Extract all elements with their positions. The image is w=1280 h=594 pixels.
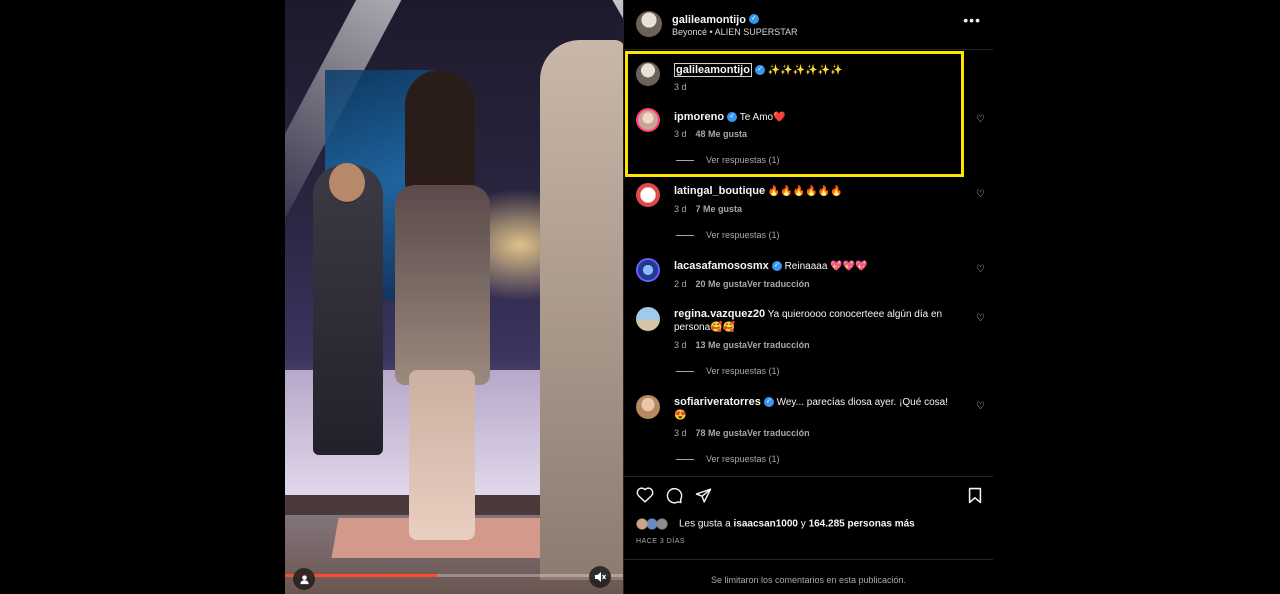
likes-count[interactable]: 164.285 personas más	[809, 519, 915, 530]
owner-name-row: galileamontijo ✓	[672, 10, 759, 28]
commenter-avatar[interactable]	[636, 62, 660, 86]
comment-text: ✨✨✨✨✨✨	[767, 65, 843, 76]
mute-icon[interactable]	[589, 566, 611, 588]
man-figure	[540, 40, 623, 580]
likes-user[interactable]: isaacsan1000	[733, 519, 798, 530]
woman-figure	[385, 70, 495, 550]
comment-body: ipmoreno ✓ Te Amo❤️	[674, 111, 959, 124]
verified-icon: ✓	[771, 261, 782, 272]
commenter-avatar[interactable]	[636, 258, 660, 282]
comment-body: lacasafamososmx ✓ Reinaaaa 💖💖💖	[674, 260, 959, 273]
post-date: HACE 3 DÍAS	[636, 538, 686, 545]
commenter-username[interactable]: ipmoreno	[674, 111, 724, 123]
verified-icon: ✓	[727, 112, 738, 123]
comment-icon[interactable]	[666, 487, 683, 509]
translate-link[interactable]: Ver traducción	[747, 340, 810, 350]
comment-likes[interactable]: 78 Me gusta	[696, 428, 748, 438]
comment-time: 2 d	[674, 279, 687, 289]
view-replies-link[interactable]: Ver respuestas (1)	[676, 454, 780, 464]
comment-likes[interactable]: 20 Me gusta	[696, 279, 748, 289]
bookmark-icon[interactable]	[968, 487, 982, 509]
comments-panel: galileamontijo ✓ Beyoncé • ALIEN SUPERSTA…	[623, 0, 993, 594]
verified-icon: ✓	[763, 397, 774, 408]
comment-body: latingal_boutique 🔥🔥🔥🔥🔥🔥	[674, 185, 959, 198]
user-tag-icon[interactable]	[293, 568, 315, 590]
owner-username[interactable]: galileamontijo	[672, 14, 746, 26]
view-replies-link[interactable]: Ver respuestas (1)	[676, 366, 780, 376]
comment-text: Reinaaaa 💖💖💖	[784, 261, 868, 272]
post-actions	[624, 476, 993, 512]
comment-time: 3 d	[674, 129, 687, 139]
comment-likes[interactable]: 13 Me gusta	[696, 340, 748, 350]
view-replies-link[interactable]: Ver respuestas (1)	[676, 230, 780, 240]
video-progress-bar[interactable]	[285, 574, 623, 577]
more-icon[interactable]: •••	[963, 12, 981, 28]
likes-mid: y	[798, 518, 809, 530]
commenter-username[interactable]: galileamontijo	[674, 63, 752, 77]
person-left	[313, 163, 383, 455]
heart-icon[interactable]: ♡	[976, 264, 985, 275]
comment-meta: 2 d 20 Me gustaVer traducción	[674, 279, 810, 289]
commenter-username[interactable]: latingal_boutique	[674, 185, 765, 197]
heart-icon[interactable]: ♡	[976, 313, 985, 324]
comment-meta: 3 d 13 Me gustaVer traducción	[674, 340, 810, 350]
commenter-avatar[interactable]	[636, 307, 660, 331]
commenter-avatar[interactable]	[636, 395, 660, 419]
heart-icon[interactable]	[636, 487, 654, 508]
heart-icon[interactable]: ♡	[976, 189, 985, 200]
comment-text: Te Amo❤️	[739, 112, 786, 123]
comment-body: galileamontijo ✓ ✨✨✨✨✨✨	[674, 63, 959, 77]
comment-likes[interactable]: 48 Me gusta	[696, 129, 748, 139]
comment-meta: 3 d 48 Me gusta	[674, 129, 747, 139]
heart-icon[interactable]: ♡	[976, 401, 985, 412]
audio-track[interactable]: Beyoncé • ALIEN SUPERSTAR	[672, 27, 798, 37]
post-video[interactable]	[285, 0, 623, 594]
comment-likes[interactable]: 7 Me gusta	[696, 204, 743, 214]
commenter-username[interactable]: regina.vazquez20	[674, 308, 765, 320]
view-replies-link[interactable]: Ver respuestas (1)	[676, 155, 780, 165]
comment-text: 🔥🔥🔥🔥🔥🔥	[767, 186, 843, 197]
likes-summary[interactable]: Les gusta a isaacsan1000 y 164.285 perso…	[636, 518, 915, 530]
comment-meta: 3 d 78 Me gustaVer traducción	[674, 428, 810, 438]
commenter-avatar[interactable]	[636, 108, 660, 132]
likes-prefix: Les gusta a	[679, 518, 734, 530]
translate-link[interactable]: Ver traducción	[747, 428, 810, 438]
comments-limited-notice: Se limitaron los comentarios en esta pub…	[624, 559, 993, 594]
heart-icon[interactable]: ♡	[976, 114, 985, 125]
commenter-username[interactable]: sofiariveratorres	[674, 396, 761, 408]
translate-link[interactable]: Ver traducción	[747, 279, 810, 289]
verified-icon: ✓	[748, 13, 759, 24]
owner-avatar[interactable]	[636, 11, 662, 37]
post-header: galileamontijo ✓ Beyoncé • ALIEN SUPERSTA…	[624, 0, 993, 50]
commenter-avatar[interactable]	[636, 183, 660, 207]
commenter-username[interactable]: lacasafamososmx	[674, 260, 769, 272]
comment-time: 3 d	[674, 428, 687, 438]
comment-time: 3 d	[674, 340, 687, 350]
comment-time: 3 d	[674, 82, 687, 92]
verified-icon: ✓	[754, 65, 765, 76]
comment-meta: 3 d	[674, 82, 696, 92]
comment-time: 3 d	[674, 204, 687, 214]
liker-avatars	[636, 518, 676, 530]
comment-body: sofiariveratorres ✓ Wey... parecías diosa…	[674, 396, 959, 422]
comment-body: regina.vazquez20 Ya quieroooo conocertee…	[674, 308, 959, 334]
share-icon[interactable]	[695, 487, 712, 509]
comment-meta: 3 d 7 Me gusta	[674, 204, 742, 214]
